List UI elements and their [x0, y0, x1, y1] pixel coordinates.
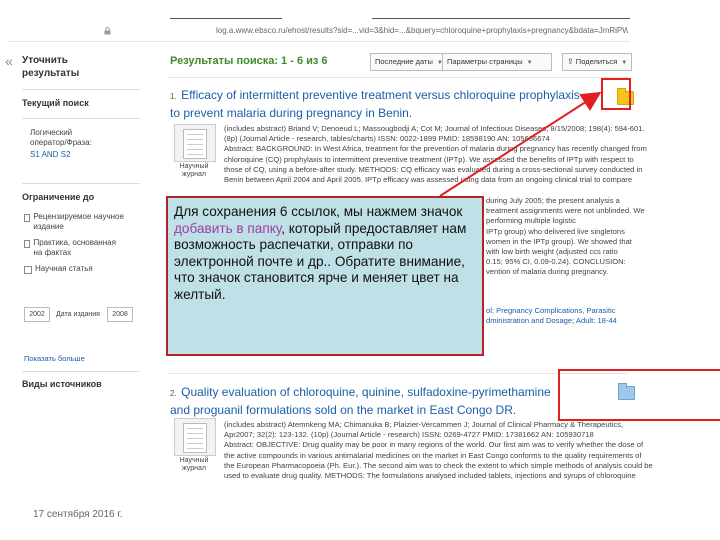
- instruction-callout: Для сохранения 6 ссылок, мы нажмем значо…: [166, 196, 484, 356]
- slide-date: 17 сентября 2016 г.: [33, 509, 123, 520]
- callout-text: Для сохранения 6 ссылок, мы нажмем значо…: [174, 204, 463, 219]
- callout-accent-text: добавить в папку: [174, 220, 282, 236]
